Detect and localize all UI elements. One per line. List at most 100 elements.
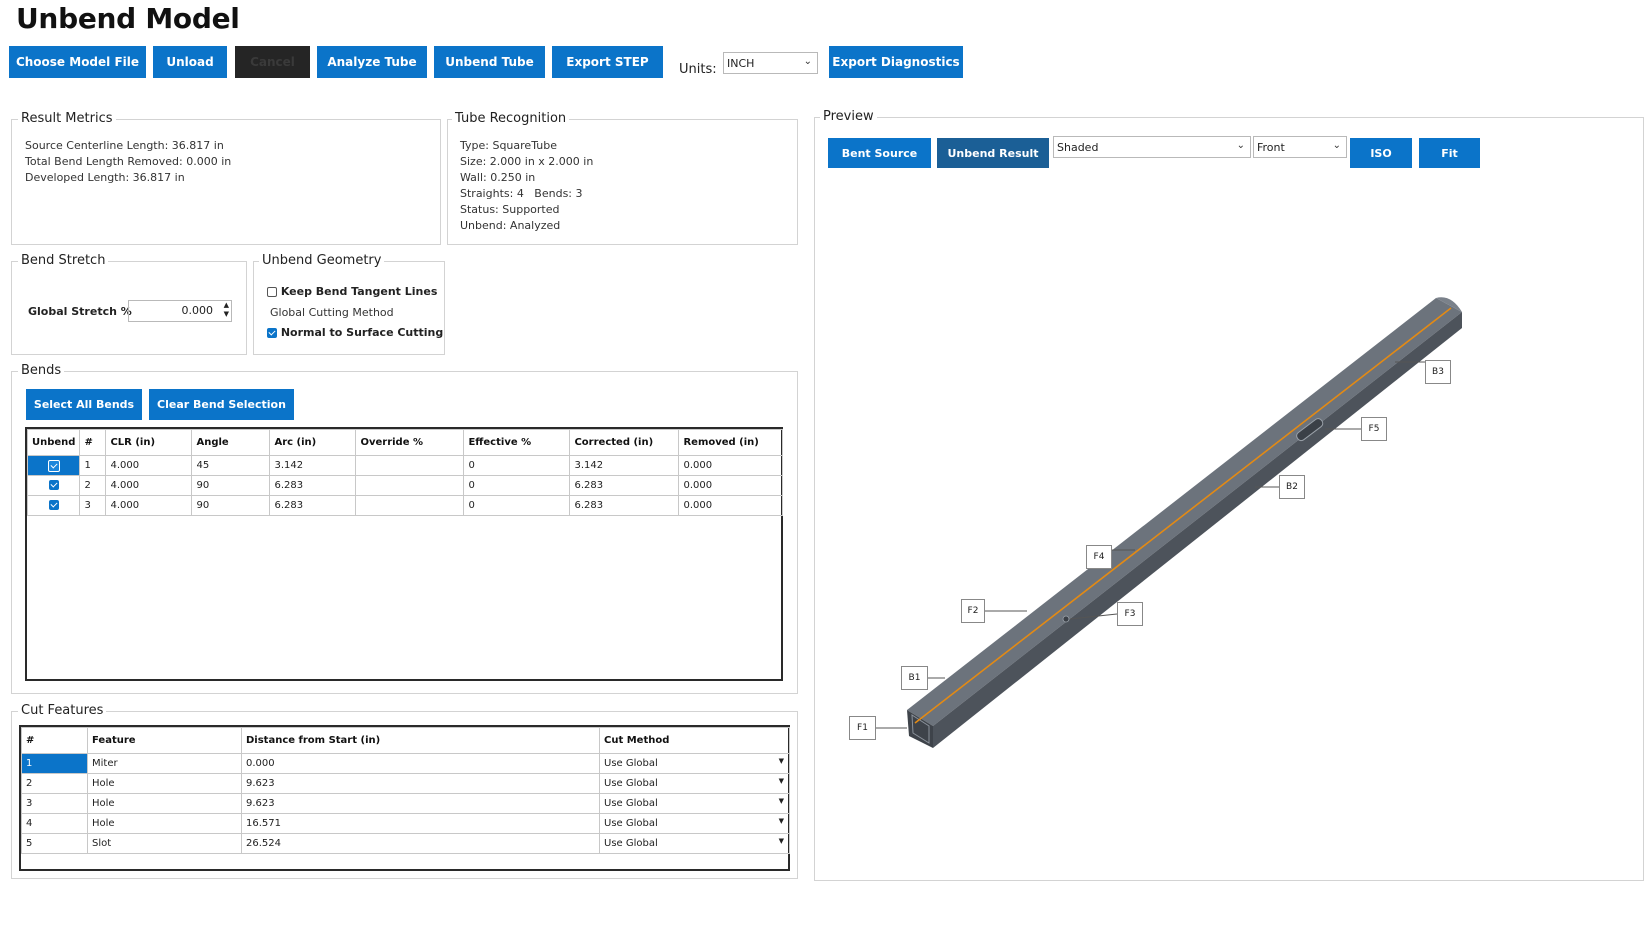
iso-view-button[interactable]: ISO <box>1350 138 1412 168</box>
cut-method-select[interactable]: Use Global ▼ <box>599 793 790 814</box>
table-cell[interactable]: 2 <box>79 475 107 496</box>
table-cell[interactable]: Hole <box>87 773 242 794</box>
table-row[interactable]: 1 Miter 0.000 Use Global ▼ <box>21 753 790 774</box>
units-select[interactable]: INCH ⌄ <box>723 52 818 74</box>
table-cell[interactable]: 2 <box>21 773 88 794</box>
normal-cut-checkbox[interactable]: Normal to Surface Cutting <box>267 326 443 339</box>
table-cell[interactable]: 0 <box>463 495 571 516</box>
table-row[interactable]: 1 4.000 45 3.142 0 3.142 0.000 <box>26 455 783 476</box>
table-cell[interactable]: 90 <box>191 475 271 496</box>
table-cell[interactable]: 4.000 <box>105 475 193 496</box>
export-diagnostics-button[interactable]: Export Diagnostics <box>829 46 963 78</box>
table-cell[interactable]: 5 <box>21 833 88 854</box>
table-cell[interactable]: 4.000 <box>105 495 193 516</box>
table-cell[interactable]: 90 <box>191 495 271 516</box>
table-row[interactable]: 4 Hole 16.571 Use Global ▼ <box>21 813 790 834</box>
callout-f5[interactable]: F5 <box>1361 417 1387 441</box>
column-header[interactable]: # <box>21 727 88 754</box>
unbend-cell[interactable] <box>26 475 81 496</box>
export-step-button[interactable]: Export STEP <box>552 46 663 78</box>
table-row[interactable]: 3 Hole 9.623 Use Global ▼ <box>21 793 790 814</box>
table-cell[interactable]: Hole <box>87 793 242 814</box>
table-cell[interactable]: 3 <box>21 793 88 814</box>
callout-f1[interactable]: F1 <box>849 716 876 740</box>
fit-view-button[interactable]: Fit <box>1419 138 1480 168</box>
spin-arrows-icon[interactable]: ▲ ▼ <box>224 301 229 319</box>
table-cell[interactable]: 0 <box>463 455 571 476</box>
cut-method-select[interactable]: Use Global ▼ <box>599 753 790 774</box>
table-cell[interactable]: 45 <box>191 455 271 476</box>
dropdown-arrow-icon[interactable]: ▼ <box>779 797 784 805</box>
table-cell[interactable]: 3.142 <box>569 455 680 476</box>
table-cell[interactable]: 4.000 <box>105 455 193 476</box>
dropdown-arrow-icon[interactable]: ▼ <box>779 817 784 825</box>
table-cell[interactable]: 1 <box>21 753 88 774</box>
table-row[interactable]: 2 Hole 9.623 Use Global ▼ <box>21 773 790 794</box>
column-header[interactable]: Cut Method <box>599 727 790 754</box>
table-row[interactable]: 3 4.000 90 6.283 0 6.283 0.000 <box>26 495 783 516</box>
table-cell[interactable]: 3.142 <box>269 455 357 476</box>
table-cell[interactable]: 0.000 <box>678 475 783 496</box>
table-cell[interactable]: 9.623 <box>241 773 600 794</box>
callout-b3[interactable]: B3 <box>1425 360 1451 384</box>
column-header[interactable]: # <box>79 429 107 456</box>
table-cell[interactable] <box>355 455 465 476</box>
table-cell[interactable]: 26.524 <box>241 833 600 854</box>
dropdown-arrow-icon[interactable]: ▼ <box>779 837 784 845</box>
keep-tangent-checkbox[interactable]: Keep Bend Tangent Lines <box>267 285 437 298</box>
select-all-bends-button[interactable]: Select All Bends <box>26 389 142 420</box>
column-header[interactable]: Corrected (in) <box>569 429 680 456</box>
cut-method-select[interactable]: Use Global ▼ <box>599 833 790 854</box>
table-cell[interactable]: 3 <box>79 495 107 516</box>
dropdown-arrow-icon[interactable]: ▼ <box>779 757 784 765</box>
clear-bend-selection-button[interactable]: Clear Bend Selection <box>149 389 294 420</box>
table-cell[interactable] <box>355 475 465 496</box>
dropdown-arrow-icon[interactable]: ▼ <box>779 777 784 785</box>
column-header[interactable]: Removed (in) <box>678 429 783 456</box>
table-cell[interactable]: 6.283 <box>569 475 680 496</box>
checkbox-unchecked-icon[interactable] <box>267 287 277 297</box>
bent-source-button[interactable]: Bent Source <box>828 138 931 168</box>
table-cell[interactable]: Hole <box>87 813 242 834</box>
table-row[interactable]: 2 4.000 90 6.283 0 6.283 0.000 <box>26 475 783 496</box>
callout-b2[interactable]: B2 <box>1279 475 1305 499</box>
checkbox-checked-icon[interactable] <box>48 480 59 490</box>
table-cell[interactable]: 16.571 <box>241 813 600 834</box>
cut-method-select[interactable]: Use Global ▼ <box>599 773 790 794</box>
unbend-result-button[interactable]: Unbend Result <box>937 138 1049 168</box>
callout-f3[interactable]: F3 <box>1117 602 1143 626</box>
unbend-tube-button[interactable]: Unbend Tube <box>434 46 545 78</box>
tube-model[interactable] <box>907 297 1462 748</box>
column-header[interactable]: Override % <box>355 429 465 456</box>
table-cell[interactable]: 1 <box>79 455 107 476</box>
table-cell[interactable]: Miter <box>87 753 242 774</box>
choose-model-file-button[interactable]: Choose Model File <box>9 46 146 78</box>
column-header[interactable]: Distance from Start (in) <box>241 727 600 754</box>
checkbox-checked-icon[interactable] <box>47 459 60 472</box>
table-cell[interactable]: 6.283 <box>269 495 357 516</box>
analyze-tube-button[interactable]: Analyze Tube <box>317 46 427 78</box>
column-header[interactable]: Arc (in) <box>269 429 357 456</box>
table-cell[interactable]: Slot <box>87 833 242 854</box>
table-row[interactable]: 5 Slot 26.524 Use Global ▼ <box>21 833 790 854</box>
table-cell[interactable]: 9.623 <box>241 793 600 814</box>
checkbox-checked-icon[interactable] <box>48 500 59 510</box>
global-stretch-stepper[interactable]: 0.000 ▲ ▼ <box>128 300 232 322</box>
column-header[interactable]: Unbend <box>26 429 81 456</box>
table-cell[interactable]: 0 <box>463 475 571 496</box>
table-cell[interactable]: 0.000 <box>241 753 600 774</box>
cancel-button[interactable]: Cancel <box>235 46 310 78</box>
render-mode-select[interactable]: Shaded ⌄ <box>1053 136 1251 158</box>
cut-method-select[interactable]: Use Global ▼ <box>599 813 790 834</box>
callout-f4[interactable]: F4 <box>1086 545 1112 569</box>
callout-b1[interactable]: B1 <box>901 666 928 690</box>
column-header[interactable]: Effective % <box>463 429 571 456</box>
table-cell[interactable]: 0.000 <box>678 495 783 516</box>
preview-viewport[interactable] <box>815 170 1643 880</box>
column-header[interactable]: Angle <box>191 429 271 456</box>
table-cell[interactable]: 4 <box>21 813 88 834</box>
callout-f2[interactable]: F2 <box>961 599 985 623</box>
unload-button[interactable]: Unload <box>153 46 227 78</box>
unbend-cell[interactable] <box>26 455 81 476</box>
table-cell[interactable]: 6.283 <box>269 475 357 496</box>
